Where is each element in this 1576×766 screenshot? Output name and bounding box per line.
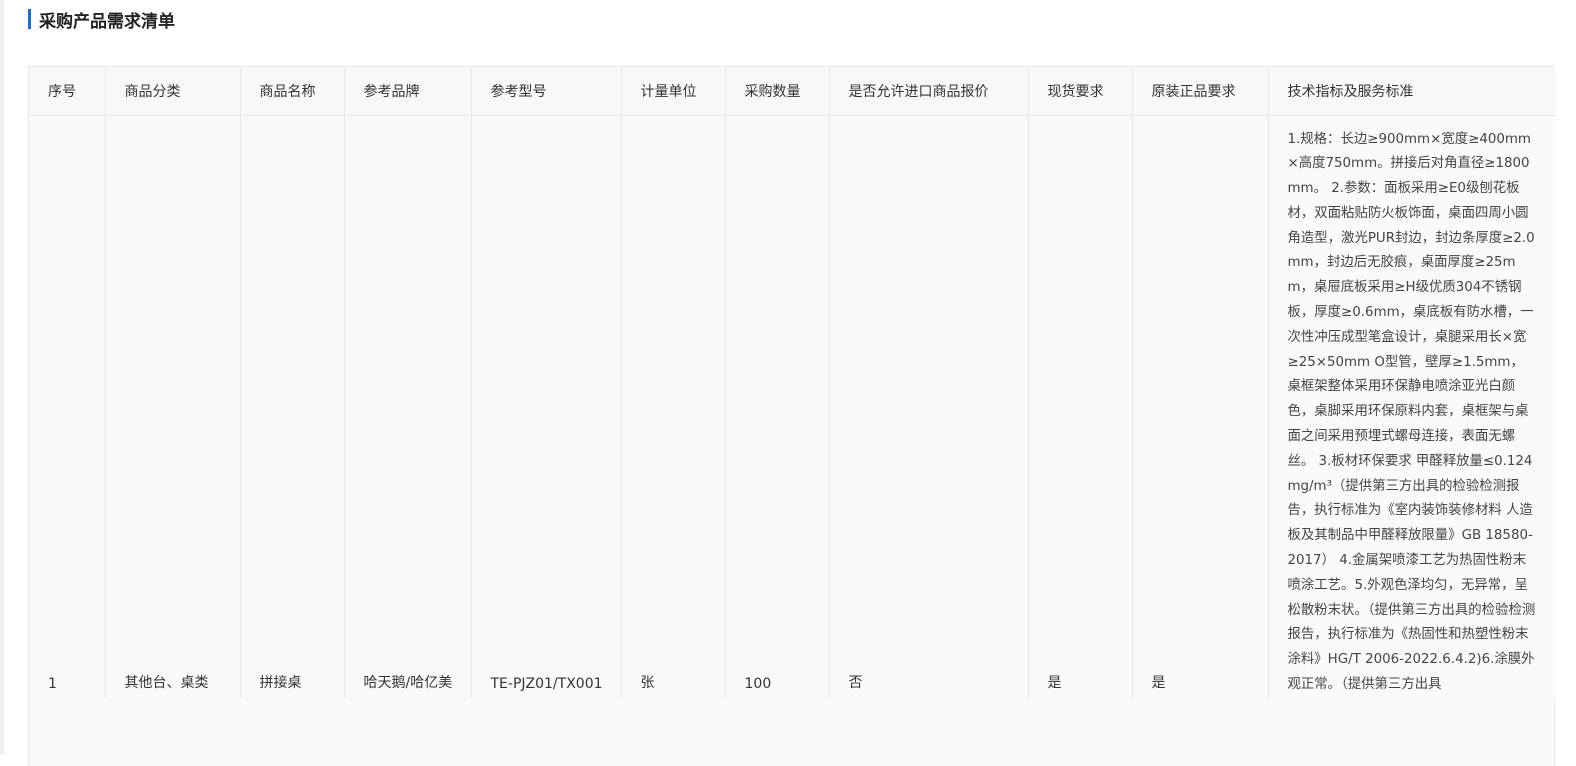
- cell-genuine: 是: [1132, 115, 1269, 698]
- page-left-strip: [0, 0, 4, 754]
- section-accent-bar: [28, 9, 31, 29]
- header-unit: 计量单位: [621, 67, 726, 116]
- table-header-row: 序号 商品分类 商品名称 参考品牌 参考型号 计量单位 采购数量 是否允许进口商…: [29, 67, 1556, 116]
- cell-model: TE-PJZ01/TX001: [471, 115, 622, 698]
- cell-spec: 1.规格：长边≥900mm×宽度≥400mm×高度750mm。拼接后对角直径≥1…: [1268, 115, 1556, 698]
- header-spec: 技术指标及服务标准: [1268, 67, 1556, 116]
- header-name: 商品名称: [240, 67, 345, 116]
- cell-in-stock: 是: [1028, 115, 1133, 698]
- procurement-table-container: 序号 商品分类 商品名称 参考品牌 参考型号 计量单位 采购数量 是否允许进口商…: [28, 66, 1556, 766]
- cell-quantity: 100: [725, 115, 830, 698]
- section-header: 采购产品需求清单: [28, 8, 175, 32]
- header-category: 商品分类: [105, 67, 241, 116]
- header-brand: 参考品牌: [344, 67, 472, 116]
- header-model: 参考型号: [471, 67, 622, 116]
- cell-brand: 哈天鹅/哈亿美: [344, 115, 472, 698]
- cell-index: 1: [29, 115, 106, 698]
- header-import-allowed: 是否允许进口商品报价: [829, 67, 1029, 116]
- header-quantity: 采购数量: [725, 67, 830, 116]
- section-title: 采购产品需求清单: [39, 11, 175, 32]
- table-row: 1 其他台、桌类 拼接桌 哈天鹅/哈亿美 TE-PJZ01/TX001 张 10…: [29, 115, 1556, 698]
- header-genuine: 原装正品要求: [1132, 67, 1269, 116]
- cell-import-allowed: 否: [829, 115, 1029, 698]
- cell-unit: 张: [621, 115, 726, 698]
- spec-text: 1.规格：长边≥900mm×宽度≥400mm×高度750mm。拼接后对角直径≥1…: [1287, 131, 1536, 693]
- header-index: 序号: [29, 67, 106, 116]
- cell-category: 其他台、桌类: [105, 115, 241, 698]
- header-in-stock: 现货要求: [1028, 67, 1133, 116]
- cell-name: 拼接桌: [240, 115, 345, 698]
- procurement-table: 序号 商品分类 商品名称 参考品牌 参考型号 计量单位 采购数量 是否允许进口商…: [29, 67, 1556, 698]
